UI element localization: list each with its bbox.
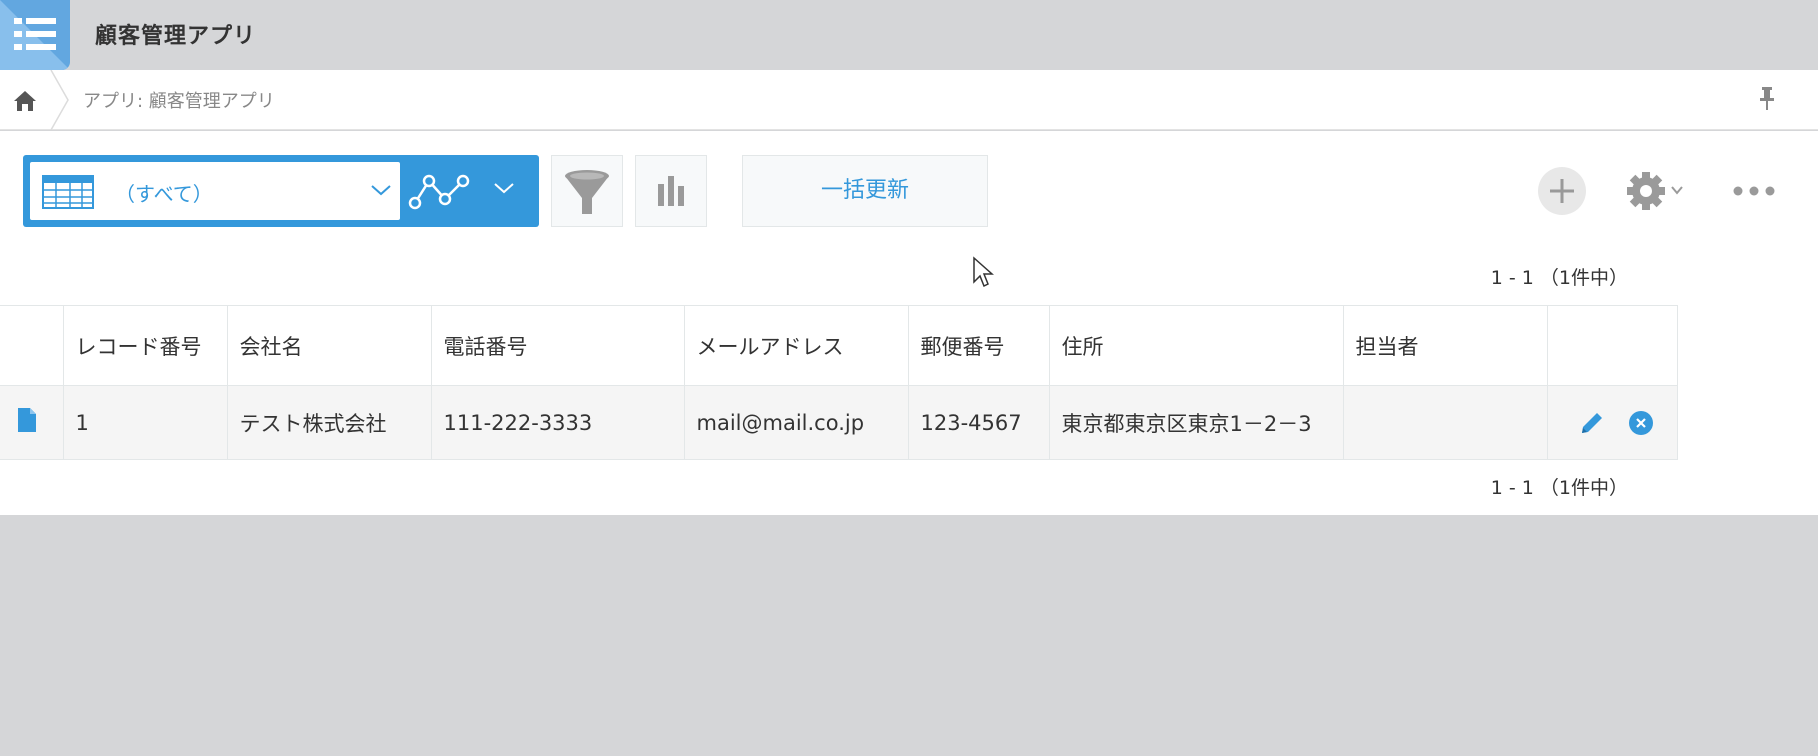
header-owner[interactable]: 担当者 bbox=[1343, 305, 1548, 386]
cell-email: mail@mail.co.jp bbox=[684, 385, 909, 460]
app-header: 顧客管理アプリ bbox=[0, 0, 1818, 70]
record-detail-cell[interactable] bbox=[0, 385, 64, 460]
edit-icon[interactable] bbox=[1578, 409, 1606, 437]
filter-icon bbox=[565, 170, 609, 214]
breadcrumb-separator bbox=[50, 70, 69, 130]
pager-bottom: 1 - 1 （1件中） bbox=[1490, 477, 1628, 499]
view-selector: （すべて） bbox=[23, 155, 539, 227]
mouse-cursor-icon bbox=[973, 256, 994, 288]
more-options-button[interactable] bbox=[1730, 173, 1778, 209]
chevron-down-icon bbox=[371, 185, 391, 196]
content-area: （すべて） 一括更新 1 - 1 （1件中） レコード番号 会社名 電話番号 メ… bbox=[0, 131, 1818, 515]
app-icon[interactable] bbox=[0, 0, 70, 70]
gear-icon bbox=[1627, 172, 1683, 210]
records-table: レコード番号 会社名 電話番号 メールアドレス 郵便番号 住所 担当者 1 テス… bbox=[0, 305, 1678, 460]
chart-button[interactable] bbox=[635, 155, 707, 227]
graph-chevron-down-icon[interactable] bbox=[493, 179, 515, 197]
list-icon bbox=[14, 18, 56, 50]
table-header-row: レコード番号 会社名 電話番号 メールアドレス 郵便番号 住所 担当者 bbox=[0, 305, 1678, 386]
header-email[interactable]: メールアドレス bbox=[684, 305, 909, 386]
pin-icon bbox=[1760, 87, 1774, 110]
view-label: （すべて） bbox=[115, 182, 213, 206]
cell-phone: 111-222-3333 bbox=[431, 385, 685, 460]
header-icon-col bbox=[0, 305, 64, 386]
header-address[interactable]: 住所 bbox=[1049, 305, 1344, 386]
home-button[interactable] bbox=[0, 70, 52, 130]
breadcrumb: アプリ: 顧客管理アプリ bbox=[0, 70, 1818, 130]
app-title: 顧客管理アプリ bbox=[95, 24, 257, 49]
cell-postal: 123-4567 bbox=[908, 385, 1050, 460]
delete-icon[interactable] bbox=[1628, 410, 1654, 436]
table-view-icon bbox=[42, 175, 94, 209]
home-icon bbox=[14, 91, 36, 111]
cell-address: 東京都東京区東京1－2－3 bbox=[1049, 385, 1344, 460]
settings-button[interactable] bbox=[1622, 167, 1692, 215]
bar-chart-icon bbox=[658, 176, 684, 206]
cell-record-no: 1 bbox=[63, 385, 228, 460]
document-icon[interactable] bbox=[17, 408, 37, 432]
graph-button[interactable] bbox=[407, 169, 475, 213]
more-icon bbox=[1733, 186, 1775, 196]
cell-owner bbox=[1343, 385, 1548, 460]
graph-icon bbox=[408, 174, 470, 210]
pager-top: 1 - 1 （1件中） bbox=[1490, 267, 1628, 289]
filter-button[interactable] bbox=[551, 155, 623, 227]
header-company[interactable]: 会社名 bbox=[227, 305, 432, 386]
view-dropdown[interactable]: （すべて） bbox=[30, 162, 400, 220]
header-actions-col bbox=[1547, 305, 1678, 386]
bulk-update-button[interactable]: 一括更新 bbox=[742, 155, 988, 227]
pin-button[interactable] bbox=[1752, 84, 1782, 114]
header-phone[interactable]: 電話番号 bbox=[431, 305, 685, 386]
breadcrumb-current[interactable]: アプリ: 顧客管理アプリ bbox=[83, 87, 275, 113]
add-record-button[interactable] bbox=[1538, 167, 1586, 215]
plus-icon bbox=[1550, 179, 1574, 203]
cell-company: テスト株式会社 bbox=[227, 385, 432, 460]
table-row: 1 テスト株式会社 111-222-3333 mail@mail.co.jp 1… bbox=[0, 385, 1678, 460]
header-record-no[interactable]: レコード番号 bbox=[63, 305, 228, 386]
header-postal[interactable]: 郵便番号 bbox=[908, 305, 1050, 386]
row-actions bbox=[1547, 385, 1678, 460]
